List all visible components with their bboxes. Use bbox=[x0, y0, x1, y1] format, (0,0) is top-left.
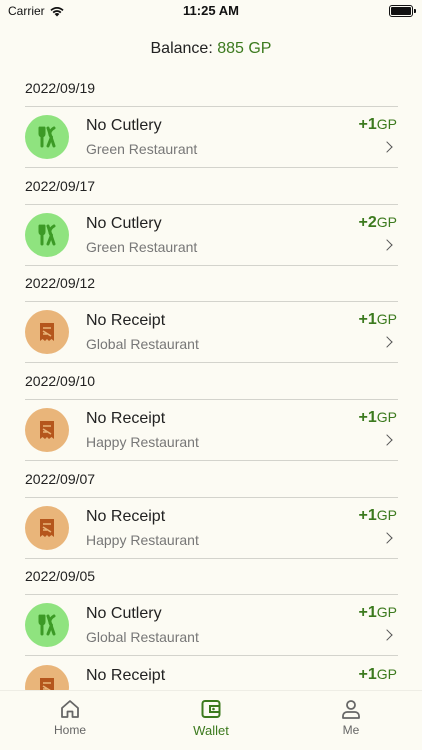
entry-date: 2022/09/05 bbox=[25, 568, 96, 585]
chevron-right-icon bbox=[381, 434, 393, 446]
points-value: +1 bbox=[358, 506, 377, 524]
transaction-entry: 2022/09/10 No Receipt Happy Restaurant +… bbox=[0, 363, 422, 462]
transaction-entry: 2022/09/12 No Receipt Global Restaurant … bbox=[0, 265, 422, 364]
entry-points: +1GP bbox=[359, 311, 397, 329]
entry-restaurant: Green Restaurant bbox=[86, 141, 198, 157]
chevron-right-icon bbox=[381, 532, 393, 544]
points-value: +1 bbox=[358, 311, 377, 329]
chevron-right-icon bbox=[381, 336, 393, 349]
receipt-badge bbox=[25, 665, 69, 690]
tab-home-label: Home bbox=[53, 723, 86, 737]
entry-title: No Receipt bbox=[86, 667, 166, 685]
wallet-icon bbox=[201, 700, 221, 718]
entry-restaurant: Happy Restaurant bbox=[86, 531, 199, 548]
entry-restaurant: Green Restaurant bbox=[86, 238, 198, 255]
tab-wallet-label: Wallet bbox=[193, 723, 229, 738]
entry-points: +1GP bbox=[359, 507, 397, 525]
status-bar: Carrier 11:25 AM bbox=[0, 0, 422, 24]
points-unit: GP bbox=[376, 213, 397, 230]
receipt-icon bbox=[40, 678, 54, 690]
entry-title: No Cutlery bbox=[86, 214, 162, 232]
transaction-row[interactable]: No Cutlery Green Restaurant +2GP bbox=[0, 205, 422, 265]
transaction-entry: 2022/09/17 No Cutlery Green Restaurant +… bbox=[0, 168, 422, 266]
entry-date: 2022/09/12 bbox=[25, 275, 96, 292]
tab-home[interactable]: Home bbox=[30, 699, 110, 737]
tab-wallet[interactable]: Wallet bbox=[171, 699, 251, 738]
person-icon bbox=[342, 700, 360, 719]
cutlery-badge bbox=[25, 212, 69, 257]
entry-title: No Receipt bbox=[86, 410, 166, 428]
entry-date: 2022/09/17 bbox=[25, 177, 96, 194]
chevron-right-icon bbox=[381, 141, 393, 153]
receipt-badge bbox=[25, 408, 69, 453]
points-value: +2 bbox=[358, 213, 377, 231]
battery-icon bbox=[389, 5, 416, 17]
wallet-screen: Carrier 11:25 AM Balance: 885 GP 2022/09… bbox=[0, 0, 422, 750]
points-unit: GP bbox=[376, 506, 397, 523]
receipt-icon bbox=[40, 323, 54, 342]
entry-title: No Cutlery bbox=[86, 117, 162, 134]
tab-me[interactable]: Me bbox=[311, 699, 391, 737]
entry-date: 2022/09/07 bbox=[25, 470, 96, 487]
home-icon bbox=[61, 700, 79, 718]
transaction-entry-partial: No Receipt +1GP bbox=[0, 620, 422, 690]
points-unit: GP bbox=[376, 666, 397, 683]
receipt-icon bbox=[40, 518, 54, 537]
transaction-row[interactable]: No Cutlery Green Restaurant +1GP bbox=[0, 107, 422, 167]
points-unit: GP bbox=[376, 604, 397, 621]
entry-points: +1GP bbox=[359, 409, 397, 427]
balance-value: 885 GP bbox=[217, 40, 272, 57]
points-value: +1 bbox=[358, 666, 377, 684]
points-unit: GP bbox=[376, 311, 397, 328]
tab-me-label: Me bbox=[342, 723, 360, 737]
points-value: +1 bbox=[358, 409, 377, 427]
entry-date: 2022/09/10 bbox=[25, 373, 96, 390]
entry-points: +1GP bbox=[359, 116, 397, 134]
transaction-entry: 2022/09/19 No Cutlery Green Restaurant +… bbox=[0, 70, 422, 168]
receipt-icon bbox=[40, 421, 54, 440]
transaction-row[interactable]: No Receipt Happy Restaurant +1GP bbox=[0, 400, 422, 460]
entry-restaurant: Global Restaurant bbox=[86, 336, 199, 353]
entry-date: 2022/09/19 bbox=[25, 80, 96, 96]
receipt-badge bbox=[25, 310, 69, 355]
cutlery-icon bbox=[38, 224, 56, 246]
transaction-row[interactable]: No Receipt +1GP bbox=[0, 657, 422, 690]
balance-label: Balance: bbox=[150, 40, 213, 57]
receipt-badge bbox=[25, 505, 69, 550]
entry-points: +2GP bbox=[359, 214, 397, 232]
transaction-row[interactable]: No Receipt Global Restaurant +1GP bbox=[0, 302, 422, 362]
entry-title: No Receipt bbox=[86, 507, 166, 525]
transaction-entry: 2022/09/07 No Receipt Happy Restaurant +… bbox=[0, 461, 422, 559]
tab-bar: Home Wallet Me bbox=[0, 690, 422, 750]
entry-title: No Receipt bbox=[86, 312, 166, 330]
cutlery-icon bbox=[38, 126, 56, 148]
cutlery-badge bbox=[25, 115, 69, 159]
chevron-right-icon bbox=[381, 239, 393, 251]
balance-summary: Balance: 885 GP bbox=[0, 40, 422, 58]
entry-points: +1GP bbox=[359, 666, 397, 684]
points-unit: GP bbox=[376, 116, 397, 132]
transaction-row[interactable]: No Receipt Happy Restaurant +1GP bbox=[0, 498, 422, 558]
points-value: +1 bbox=[358, 116, 377, 133]
status-time: 11:25 AM bbox=[183, 3, 239, 18]
points-value: +1 bbox=[358, 604, 377, 622]
points-unit: GP bbox=[376, 409, 397, 426]
transaction-list[interactable]: 2022/09/19 No Cutlery Green Restaurant +… bbox=[0, 70, 422, 690]
entry-restaurant: Happy Restaurant bbox=[86, 434, 199, 451]
